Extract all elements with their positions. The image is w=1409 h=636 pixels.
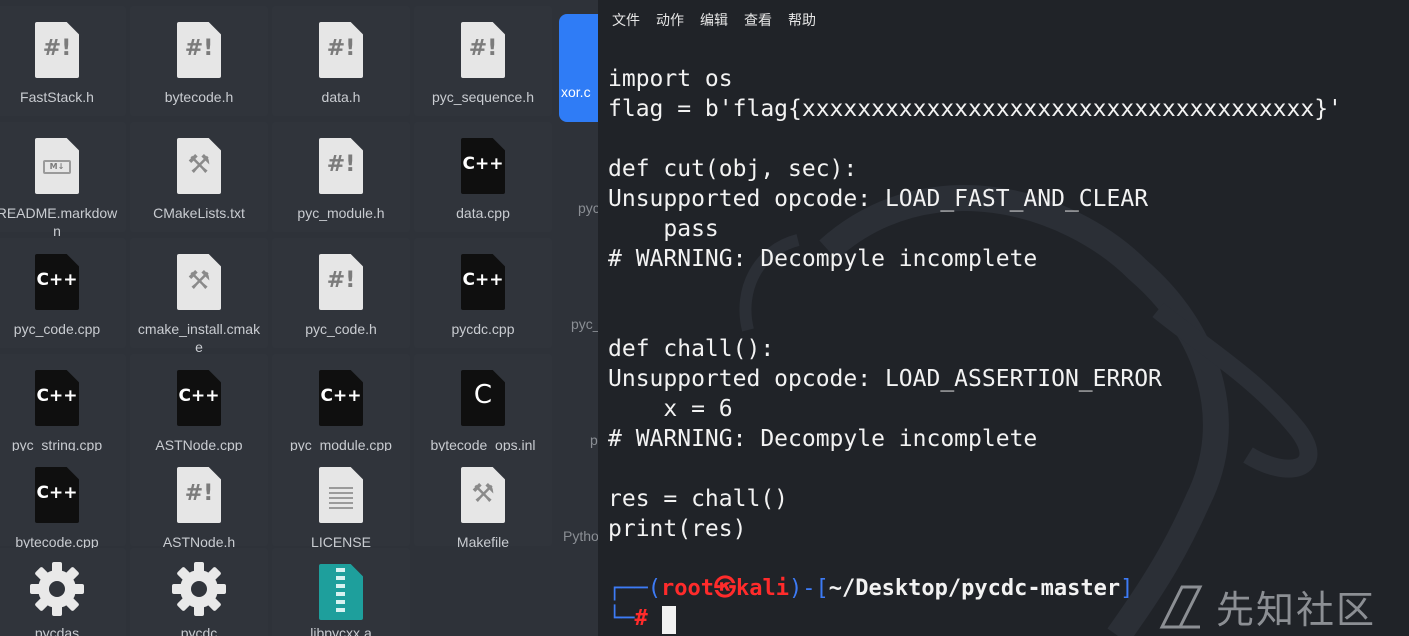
file-tile-xor-selected[interactable]: xor.c	[559, 14, 600, 122]
file-tile[interactable]: C++ pyc_module.cpp	[272, 354, 410, 464]
file-label-partial: Pytho	[563, 528, 599, 544]
cpp-file-icon: C++	[319, 370, 363, 426]
file-label: pyc_sequence.h	[432, 89, 534, 105]
file-tile[interactable]: libpycxx.a	[272, 548, 410, 636]
file-tile[interactable]: pycdas	[0, 548, 126, 636]
prompt-hash: #	[634, 606, 648, 631]
menu-help[interactable]: 帮助	[788, 10, 816, 30]
file-tile[interactable]: M↓ README.markdow n	[0, 122, 126, 239]
file-tile[interactable]: pycdc	[130, 548, 268, 636]
file-tile[interactable]: C++ pycdc.cpp	[414, 238, 552, 348]
file-tile[interactable]: C++ pyc_code.cpp	[0, 238, 126, 348]
file-tile[interactable]: #! pyc_module.h	[272, 122, 410, 232]
file-tile[interactable]: LICENSE	[272, 451, 410, 550]
file-tile[interactable]: ⚒ Makefile	[414, 451, 552, 550]
build-file-icon: ⚒	[177, 254, 221, 310]
xianzhi-logo-icon	[1159, 585, 1203, 629]
file-label-partial: pyc_numeric.cpp	[571, 316, 600, 332]
file-label: README.markdow n	[0, 205, 118, 239]
file-label: pyc_code.cpp	[13, 321, 101, 337]
menu-view[interactable]: 查看	[744, 10, 772, 30]
header-file-icon: #!	[35, 22, 79, 78]
text-file-icon	[319, 467, 363, 523]
prompt-user-host: root㉿kali	[660, 576, 789, 601]
file-label: libpycxx.a	[310, 625, 372, 636]
shell-prompt: ┌──(root㉿kali)-[~/Desktop/pycdc-master] …	[608, 574, 1133, 634]
executable-gear-icon	[30, 562, 84, 616]
menu-file[interactable]: 文件	[612, 10, 640, 30]
prompt-close: ]	[1120, 576, 1134, 601]
cpp-file-icon: C++	[35, 370, 79, 426]
file-tile[interactable]: ⚒ cmake_install.cmak e	[130, 238, 268, 355]
file-label: Makefile	[456, 534, 510, 550]
terminal-window[interactable]: 文件 动作 编辑 查看 帮助 import os flag = b'flag{x…	[598, 0, 1409, 636]
header-file-icon: #!	[319, 22, 363, 78]
executable-gear-icon	[172, 562, 226, 616]
header-file-icon: #!	[319, 138, 363, 194]
cpp-file-icon: C++	[461, 138, 505, 194]
build-file-icon: ⚒	[461, 467, 505, 523]
terminal-output: import os flag = b'flag{xxxxxxxxxxxxxxxx…	[608, 66, 1342, 542]
file-tile[interactable]: #! ASTNode.h	[130, 451, 268, 550]
file-tile[interactable]: ⚒ CMakeLists.txt	[130, 122, 268, 232]
file-tile[interactable]: #! pyc_sequence.h	[414, 6, 552, 116]
cpp-file-icon: C++	[461, 254, 505, 310]
header-file-icon: #!	[319, 254, 363, 310]
menu-action[interactable]: 动作	[656, 10, 684, 30]
file-label: pyc_code.h	[305, 321, 377, 337]
file-tile[interactable]: C++ ASTNode.cpp	[130, 354, 268, 464]
terminal-cursor[interactable]	[662, 606, 676, 634]
markdown-file-icon: M↓	[35, 138, 79, 194]
prompt-second-line: └─	[608, 606, 635, 631]
prompt-open: ┌──(	[608, 576, 661, 601]
archive-file-icon	[319, 564, 363, 620]
file-tile[interactable]: #! FastStack.h	[0, 6, 126, 116]
menu-edit[interactable]: 编辑	[700, 10, 728, 30]
file-label: pycdc.cpp	[451, 321, 515, 337]
file-label-partial: p	[590, 432, 598, 448]
file-label: pycdc	[180, 625, 218, 636]
file-label-partial: pyc	[578, 200, 600, 216]
header-file-icon: #!	[177, 467, 221, 523]
header-file-icon: #!	[461, 22, 505, 78]
file-tile[interactable]: Cbytecode_ops.inl	[414, 354, 552, 464]
file-label: data.cpp	[456, 205, 510, 221]
prompt-mid: )-[	[788, 576, 829, 601]
cpp-file-icon: C++	[177, 370, 221, 426]
watermark: 先知社区	[1158, 578, 1376, 634]
terminal-menu-bar: 文件 动作 编辑 查看 帮助	[598, 0, 1409, 36]
file-label: bytecode.h	[164, 89, 234, 105]
build-file-icon: ⚒	[177, 138, 221, 194]
cpp-file-icon: C++	[35, 254, 79, 310]
cpp-file-icon: C++	[35, 467, 79, 523]
file-label: data.h	[321, 89, 361, 105]
file-label: CMakeLists.txt	[153, 205, 245, 221]
file-label: FastStack.h	[20, 89, 94, 105]
file-tile[interactable]: #! pyc_code.h	[272, 238, 410, 348]
prompt-path: ~/Desktop/pycdc-master	[828, 576, 1121, 601]
watermark-text: 先知社区	[1216, 589, 1377, 632]
file-label: xor.c	[561, 84, 591, 100]
file-label: pycdas	[34, 625, 80, 636]
file-label: pyc_module.h	[297, 205, 385, 221]
header-file-icon: #!	[177, 22, 221, 78]
file-label: cmake_install.cmak e	[137, 321, 261, 355]
file-tile[interactable]: #! bytecode.h	[130, 6, 268, 116]
file-tile[interactable]: #! data.h	[272, 6, 410, 116]
c-file-icon: C	[461, 370, 505, 426]
file-tile[interactable]: C++ data.cpp	[414, 122, 552, 232]
file-tile[interactable]: C++ bytecode.cpp	[0, 451, 126, 550]
file-manager-view: #! FastStack.h #! bytecode.h #! data.h #! pyc_s…	[0, 0, 600, 636]
file-tile[interactable]: C++ pyc_string.cpp	[0, 354, 126, 464]
